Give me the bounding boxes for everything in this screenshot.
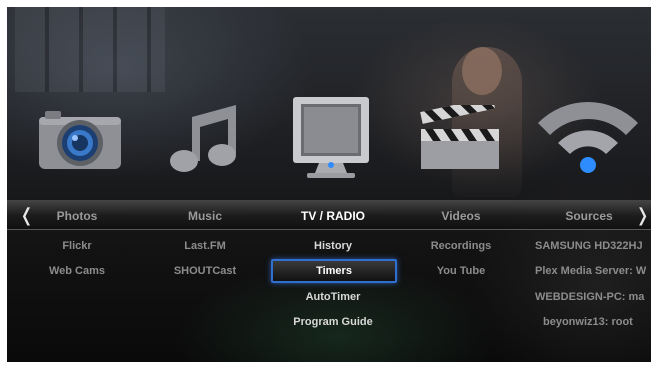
background-window — [15, 7, 165, 92]
background-person-head — [462, 47, 502, 95]
submenu-item-source-beyonwiz[interactable]: beyonwiz13: root — [543, 316, 651, 329]
submenu-item-shoutcast[interactable]: SHOUTCast — [145, 265, 265, 278]
wifi-icon[interactable] — [533, 93, 643, 173]
submenu-item-autotimer[interactable]: AutoTimer — [273, 291, 393, 304]
submenu-item-source-plex[interactable]: Plex Media Server: W — [535, 265, 651, 278]
scroll-right-arrow-icon[interactable]: ❭ — [635, 204, 650, 226]
category-photos[interactable]: Photos — [17, 209, 137, 223]
submenu-item-timers-selected[interactable]: Timers — [271, 259, 397, 283]
category-music[interactable]: Music — [145, 209, 265, 223]
submenu-item-source-samsung[interactable]: SAMSUNG HD322HJ — [535, 240, 651, 253]
submenu-item-you-tube[interactable]: You Tube — [401, 265, 521, 278]
submenu-item-source-webdesign-pc[interactable]: WEBDESIGN-PC: ma — [535, 291, 651, 304]
clapperboard-icon[interactable] — [417, 105, 503, 171]
submenu-item-last-fm[interactable]: Last.FM — [145, 240, 265, 253]
category-menu-bar: ❬ Photos Music TV / RADIO Videos Sources… — [7, 200, 651, 230]
submenu-item-web-cams[interactable]: Web Cams — [17, 265, 137, 278]
category-sources[interactable]: Sources — [529, 209, 649, 223]
music-note-icon[interactable] — [162, 99, 242, 179]
media-center-screen: ❬ Photos Music TV / RADIO Videos Sources… — [7, 7, 651, 362]
timers-label: Timers — [316, 265, 352, 277]
camera-icon[interactable] — [37, 107, 123, 171]
submenu-item-history[interactable]: History — [273, 240, 393, 253]
category-videos[interactable]: Videos — [401, 209, 521, 223]
category-tv-radio[interactable]: TV / RADIO — [273, 209, 393, 223]
submenu-item-program-guide[interactable]: Program Guide — [273, 316, 393, 329]
tv-monitor-icon[interactable] — [291, 95, 371, 183]
submenu-item-recordings[interactable]: Recordings — [401, 240, 521, 253]
submenu-item-flickr[interactable]: Flickr — [17, 240, 137, 253]
